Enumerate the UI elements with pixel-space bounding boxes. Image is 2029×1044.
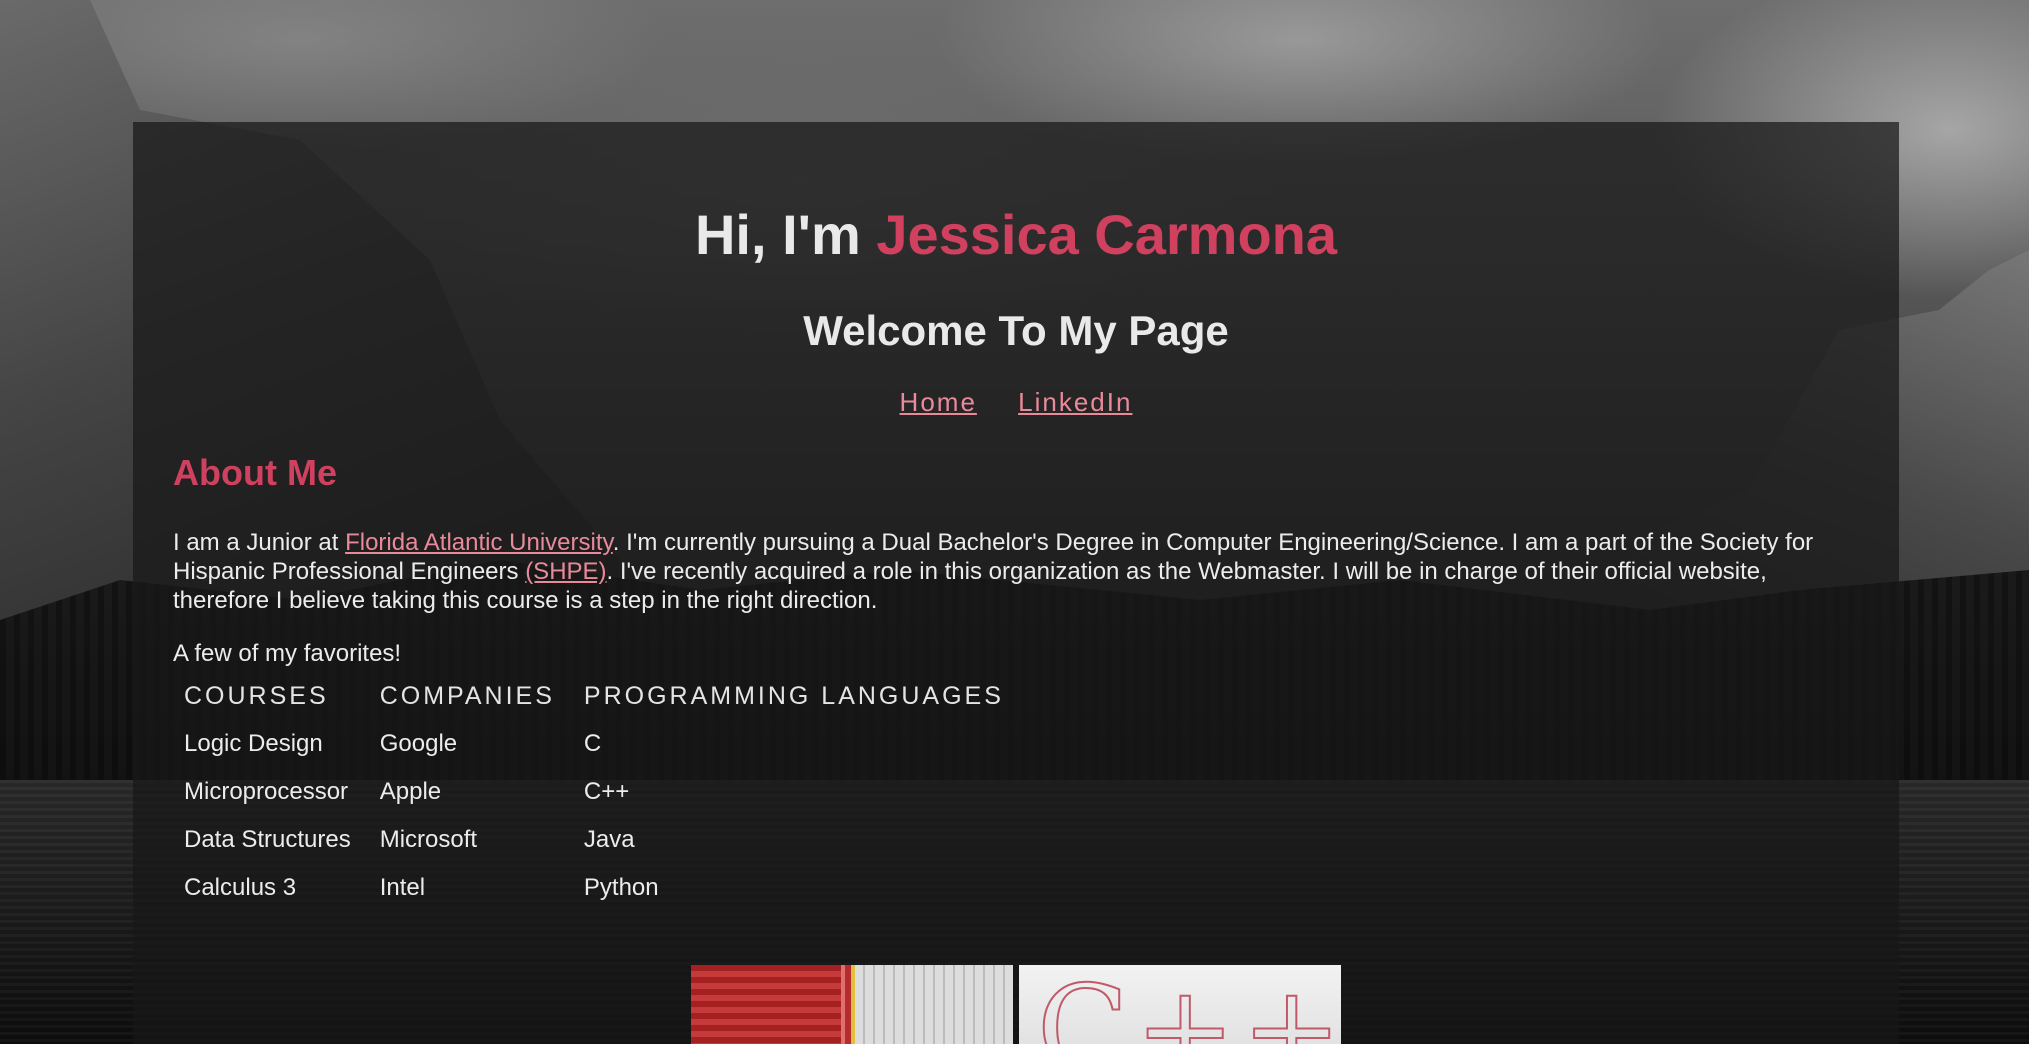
- table-cell: Microsoft: [379, 826, 478, 853]
- table-cell: Calculus 3: [184, 874, 297, 901]
- table-cell: Apple: [379, 778, 442, 805]
- main-panel: Hi, I'm Jessica Carmona Welcome To My Pa…: [133, 122, 1899, 1044]
- table-row: Data Structures Microsoft Java: [173, 816, 1022, 864]
- nav-link-linkedin[interactable]: LinkedIn: [1018, 387, 1132, 417]
- about-text-1: I am a Junior at: [173, 529, 346, 556]
- table-cell: C++: [583, 778, 630, 805]
- table-cell: Intel: [379, 874, 426, 901]
- header-courses: COURSES: [184, 681, 329, 710]
- hero-name: Jessica Carmona: [876, 203, 1338, 266]
- table-cell: Logic Design: [184, 730, 323, 757]
- top-nav: Home LinkedIn: [133, 387, 1899, 418]
- header-companies: COMPANIES: [379, 681, 555, 710]
- link-shpe[interactable]: (SHPE): [525, 558, 606, 585]
- table-cell: Java: [583, 826, 635, 853]
- table-header-row: COURSES COMPANIES PROGRAMMING LANGUAGES: [173, 672, 1022, 720]
- table-row: Microprocessor Apple C++: [173, 768, 1022, 816]
- hero-greeting: Hi, I'm: [694, 203, 877, 266]
- table-cell: Microprocessor: [184, 778, 349, 805]
- table-row: Calculus 3 Intel Python: [173, 864, 1022, 912]
- table-cell: C: [583, 730, 602, 757]
- table-cell: Python: [583, 874, 659, 901]
- hero-title: Hi, I'm Jessica Carmona: [133, 202, 1899, 267]
- page-subtitle: Welcome To My Page: [803, 307, 1229, 354]
- favorites-table: COURSES COMPANIES PROGRAMMING LANGUAGES …: [173, 672, 1022, 912]
- favorites-label: A few of my favorites!: [173, 640, 402, 667]
- table-cell: Data Structures: [184, 826, 351, 853]
- link-florida-atlantic-university[interactable]: Florida Atlantic University: [345, 529, 613, 556]
- image-gallery: C++: [691, 965, 1341, 1044]
- about-paragraph: I am a Junior at Florida Atlantic Univer…: [173, 528, 1863, 615]
- nav-link-home[interactable]: Home: [900, 387, 977, 417]
- about-heading: About Me: [173, 452, 337, 493]
- table-cell: Google: [379, 730, 458, 757]
- circuit-board-image: [691, 965, 1013, 1044]
- table-row: Logic Design Google C: [173, 720, 1022, 768]
- header-programming-languages: PROGRAMMING LANGUAGES: [583, 681, 1004, 710]
- cpp-logo-image: C++: [1019, 965, 1341, 1044]
